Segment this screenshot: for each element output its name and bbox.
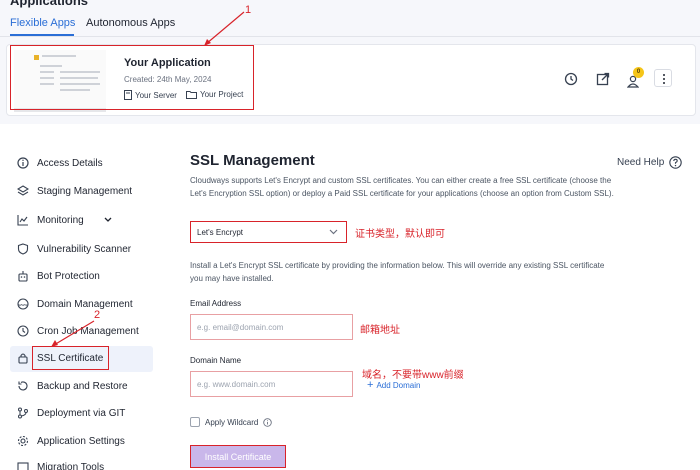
sidebar-item-backup-and-restore[interactable]: Backup and Restore xyxy=(17,376,128,396)
email-label: Email Address xyxy=(190,299,242,308)
apply-wildcard-checkbox[interactable] xyxy=(190,417,200,427)
page-title: SSL Management xyxy=(190,152,315,169)
gear-icon xyxy=(17,435,29,447)
sidebar-item-migration-tools[interactable]: Migration Tools xyxy=(17,457,104,470)
sidebar-item-label: SSL Certificate xyxy=(37,352,104,364)
domain-placeholder: e.g. www.domain.com xyxy=(197,379,276,389)
restore-icon xyxy=(17,380,29,392)
tab-flexible-apps[interactable]: Flexible Apps xyxy=(10,17,75,29)
apply-wildcard-row[interactable]: Apply Wildcard xyxy=(190,417,273,427)
sidebar-item-label: Domain Management xyxy=(37,298,133,310)
app-server-link[interactable]: Your Server xyxy=(124,90,177,100)
migrate-icon xyxy=(17,461,29,470)
annotation-arrow-1 xyxy=(204,11,245,46)
annotation-ssl-type-note: 证书类型，默认即可 xyxy=(355,229,445,240)
sidebar-item-label: Application Settings xyxy=(37,435,125,447)
annotation-email-note: 邮箱地址 xyxy=(360,325,400,336)
sidebar-item-label: Migration Tools xyxy=(37,461,105,470)
tabs-divider xyxy=(0,36,700,37)
annotation-number-2: 2 xyxy=(94,309,101,321)
sidebar-item-domain-management[interactable]: www Domain Management xyxy=(17,294,133,314)
more-options-button[interactable] xyxy=(654,69,672,87)
domain-field[interactable]: e.g. www.domain.com xyxy=(190,371,353,397)
domain-label: Domain Name xyxy=(190,356,242,365)
sidebar-item-label: Bot Protection xyxy=(37,270,100,282)
more-vertical-icon xyxy=(663,74,665,76)
need-help-label: Need Help xyxy=(617,157,665,168)
add-domain-button[interactable]: + Add Domain xyxy=(367,379,420,391)
annotation-number-1: 1 xyxy=(245,4,252,16)
layers-icon xyxy=(17,185,29,197)
email-placeholder: e.g. email@domain.com xyxy=(197,322,284,332)
sidebar-item-label: Monitoring xyxy=(37,214,84,226)
add-domain-label: Add Domain xyxy=(376,380,421,390)
annotation-arrow-2 xyxy=(51,320,95,347)
sidebar-item-deployment-via-git[interactable]: Deployment via GIT xyxy=(17,403,125,423)
plus-icon: + xyxy=(367,379,374,391)
help-icon xyxy=(669,156,683,169)
sidebar-item-access-details[interactable]: Access Details xyxy=(17,153,103,173)
app-project-label: Your Project xyxy=(200,90,244,99)
sidebar-item-vulnerability-scanner[interactable]: Vulnerability Scanner xyxy=(17,239,131,259)
application-card[interactable] xyxy=(6,44,696,116)
sidebar-item-ssl-certificate[interactable]: SSL Certificate xyxy=(17,348,103,368)
history-icon[interactable] xyxy=(562,70,580,88)
ssl-type-select[interactable]: Let's Encrypt xyxy=(190,221,347,243)
sidebar-item-label: Staging Management xyxy=(37,185,133,197)
info-icon[interactable] xyxy=(263,417,273,427)
svg-text:www: www xyxy=(19,302,28,307)
chart-icon xyxy=(17,214,29,226)
sidebar-item-label: Vulnerability Scanner xyxy=(37,243,132,255)
tab-autonomous-apps[interactable]: Autonomous Apps xyxy=(86,17,175,29)
sidebar-item-bot-protection[interactable]: Bot Protection xyxy=(17,266,100,286)
chevron-down-icon xyxy=(104,217,112,222)
app-thumbnail xyxy=(14,50,106,112)
apply-wildcard-label: Apply Wildcard xyxy=(205,417,259,427)
sidebar-item-monitoring[interactable]: Monitoring xyxy=(17,210,112,230)
git-icon xyxy=(17,407,29,419)
email-field[interactable]: e.g. email@domain.com xyxy=(190,314,353,340)
app-project-link[interactable]: Your Project xyxy=(186,90,243,99)
app-title[interactable]: Your Application xyxy=(124,57,211,69)
sidebar-item-staging-management[interactable]: Staging Management xyxy=(17,181,132,201)
info-icon xyxy=(17,157,29,169)
shield-icon xyxy=(17,243,29,255)
applications-heading: Applications xyxy=(10,0,89,8)
need-help-link[interactable]: Need Help xyxy=(617,156,683,169)
ssl-intro-text: Cloudways supports Let's Encrypt and cus… xyxy=(190,176,614,198)
folder-icon xyxy=(186,91,197,99)
sidebar-item-application-settings[interactable]: Application Settings xyxy=(17,431,125,451)
lock-icon xyxy=(17,352,29,364)
open-external-icon[interactable] xyxy=(594,70,612,88)
clock-icon xyxy=(17,325,29,337)
bot-icon xyxy=(17,270,29,282)
app-server-label: Your Server xyxy=(135,90,177,100)
www-icon: www xyxy=(17,298,29,310)
server-icon xyxy=(124,90,132,100)
ssl-type-value: Let's Encrypt xyxy=(197,227,243,237)
sidebar-item-label: Backup and Restore xyxy=(37,380,128,392)
sidebar-item-label: Access Details xyxy=(37,157,103,169)
app-created-date: Created: 24th May, 2024 xyxy=(124,75,212,84)
ssl-instructions-text: Install a Let's Encrypt SSL certificate … xyxy=(190,261,605,283)
sidebar-item-label: Deployment via GIT xyxy=(37,407,126,419)
chevron-down-icon xyxy=(329,229,338,235)
notification-badge: 0 xyxy=(633,67,644,78)
install-certificate-button[interactable]: Install Certificate xyxy=(190,445,286,468)
